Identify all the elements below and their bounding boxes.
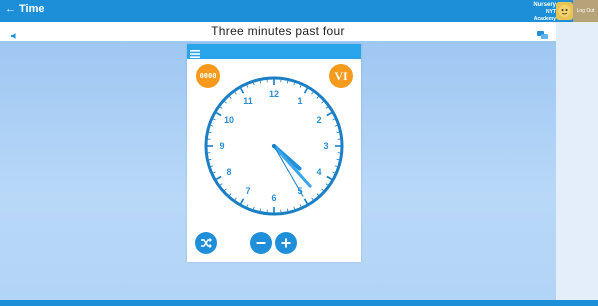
clock-numeral: 9 — [219, 141, 224, 151]
user-name: Nursery — [533, 2, 556, 8]
plus-icon — [281, 238, 291, 248]
clock-numeral: 6 — [271, 193, 276, 203]
minute-tick — [208, 131, 212, 134]
back-arrow-icon: ← — [5, 3, 16, 15]
shuffle-button[interactable] — [195, 232, 217, 254]
back-button[interactable]: ← Time — [5, 3, 44, 15]
minute-tick — [259, 208, 262, 212]
clock-numeral: 7 — [245, 186, 250, 196]
minute-tick — [286, 80, 289, 84]
user-info: Nursery NYT Academy — [524, 2, 556, 23]
logout-button[interactable]: Log Out — [573, 0, 598, 22]
minute-tick — [286, 208, 289, 212]
menu-icon[interactable] — [190, 46, 200, 64]
increase-time-button[interactable] — [275, 232, 297, 254]
user-org: NYT Academy — [533, 9, 556, 22]
clock-numeral: 12 — [269, 89, 279, 99]
minute-tick — [208, 158, 212, 161]
minus-icon — [256, 242, 266, 244]
question-title: Three minutes past four — [211, 24, 345, 38]
minute-tick — [336, 158, 340, 161]
question-bar: Three minutes past four — [0, 22, 556, 42]
clock-numeral: 2 — [317, 115, 322, 125]
shuffle-icon — [201, 238, 212, 248]
decrease-time-button[interactable] — [250, 232, 272, 254]
clock-numeral: 11 — [243, 96, 253, 106]
clock-panel: 0000 VI 121234567891011 — [187, 44, 361, 262]
clock-numeral: 10 — [224, 115, 234, 125]
clock-numeral: 1 — [297, 96, 302, 106]
side-strip — [556, 22, 598, 300]
avatar[interactable] — [556, 2, 573, 20]
app-title: Time — [19, 3, 45, 15]
bottom-bar — [0, 300, 598, 306]
top-bar: ← Time Nursery NYT Academy Log Out — [0, 0, 598, 22]
clock-numeral: 4 — [317, 167, 322, 177]
avatar-face-icon — [558, 5, 571, 17]
clock-numeral: 8 — [226, 167, 231, 177]
minute-tick — [336, 131, 340, 134]
clock-center — [272, 144, 276, 148]
clock-numeral: 3 — [323, 141, 328, 151]
analog-clock[interactable]: 121234567891011 — [202, 74, 346, 218]
panel-header — [187, 44, 361, 59]
minute-tick — [259, 80, 262, 84]
